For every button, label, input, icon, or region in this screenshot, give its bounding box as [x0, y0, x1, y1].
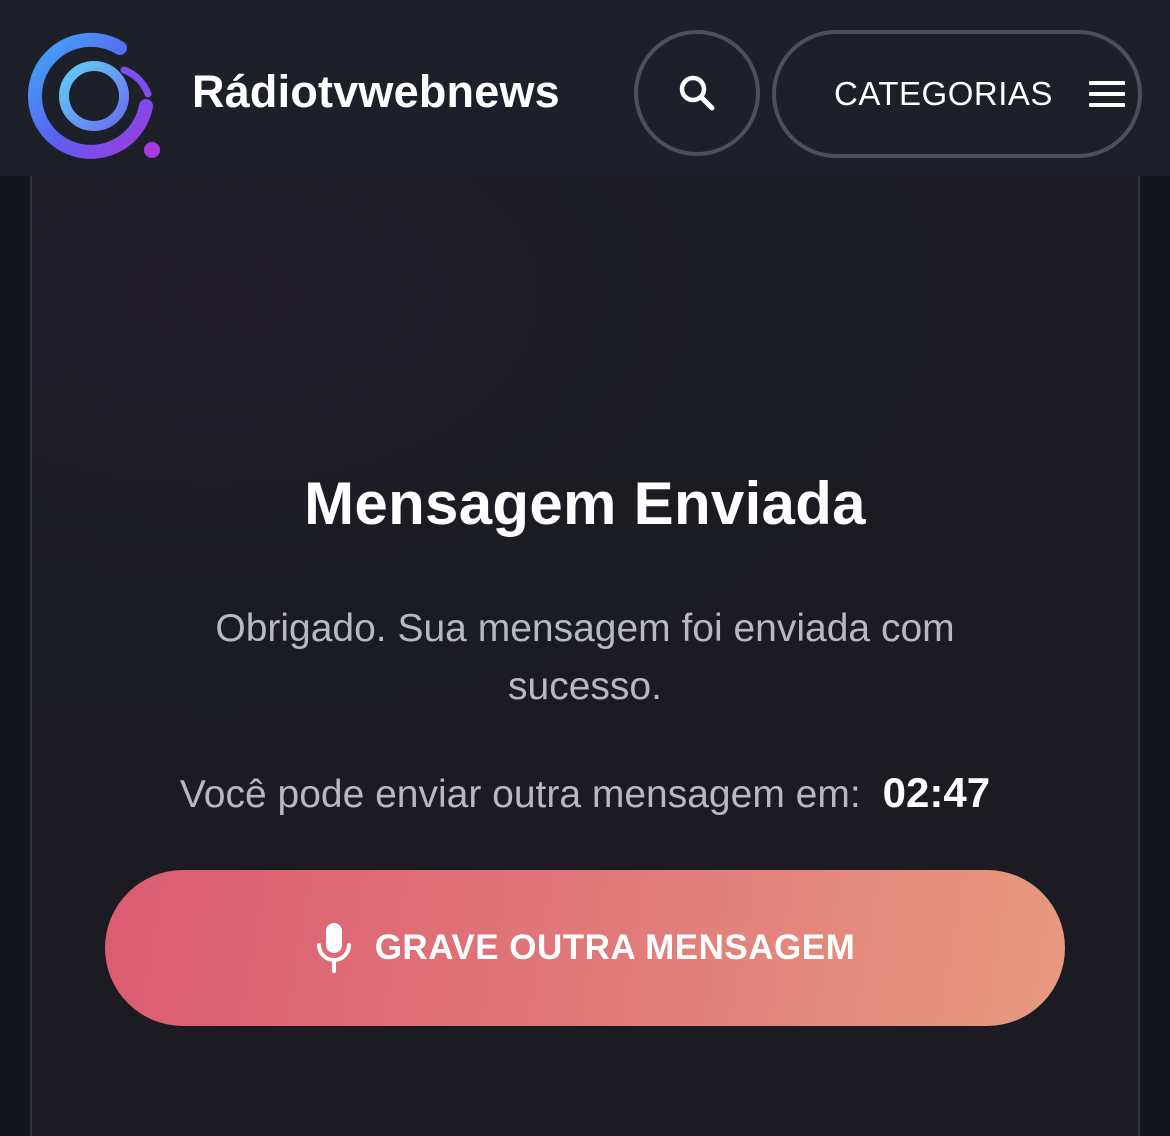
record-another-message-button[interactable]: GRAVE OUTRA MENSAGEM	[105, 870, 1065, 1026]
search-button[interactable]	[634, 30, 760, 156]
brand-name[interactable]: Rádiotvwebnews	[192, 62, 560, 122]
success-message: Obrigado. Sua mensagem foi enviada com s…	[215, 607, 955, 708]
countdown: Você pode enviar outra mensagem em: 02:47	[0, 766, 1170, 822]
categories-button[interactable]: CATEGORIAS	[772, 30, 1142, 158]
site-header: Rádiotvwebnews CATEGORIAS	[0, 0, 1170, 176]
record-button-label: GRAVE OUTRA MENSAGEM	[374, 928, 856, 967]
countdown-timer: 02:47	[882, 769, 991, 816]
countdown-label: Você pode enviar outra mensagem em:	[179, 773, 861, 816]
search-icon	[679, 75, 715, 111]
microphone-icon	[316, 923, 351, 973]
page-title: Mensagem Enviada	[304, 470, 866, 537]
categories-label: CATEGORIAS	[834, 75, 1053, 112]
site-logo[interactable]	[28, 28, 164, 164]
hamburger-menu-icon	[1088, 81, 1125, 107]
